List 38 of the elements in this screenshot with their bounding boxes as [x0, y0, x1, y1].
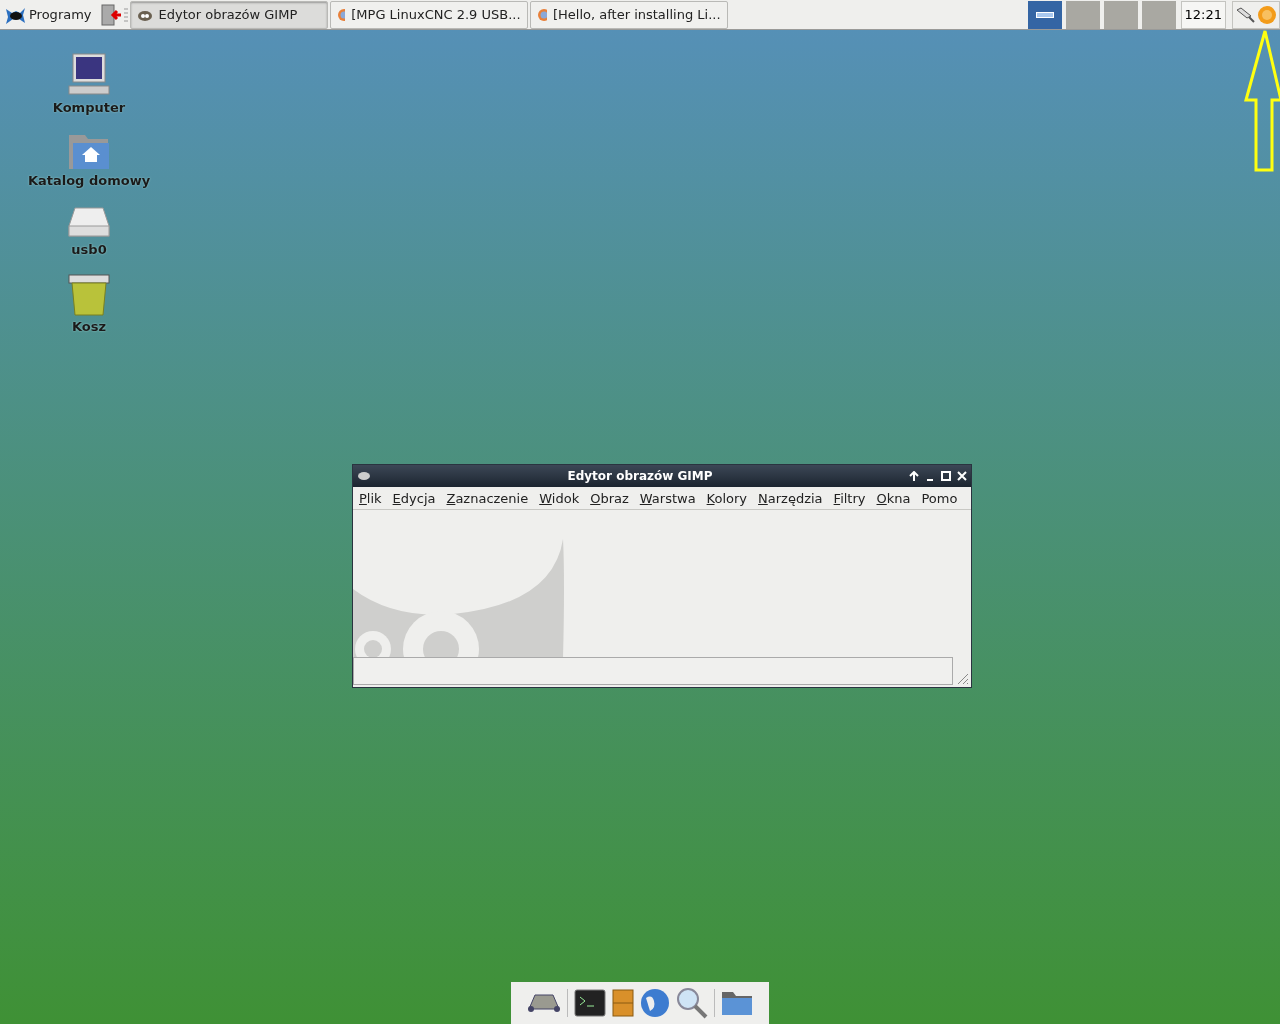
- clock: 12:21: [1180, 0, 1226, 29]
- menu-item[interactable]: Okna: [870, 490, 916, 506]
- menu-item[interactable]: Edycja: [386, 490, 441, 506]
- drive-icon[interactable]: [527, 993, 561, 1013]
- window-preview-icon: [1035, 11, 1054, 18]
- menu-item[interactable]: Obraz: [584, 490, 634, 506]
- taskbar-task[interactable]: [Hello, after installing Li...: [529, 0, 728, 29]
- menu-item[interactable]: Narzędzia: [752, 490, 828, 506]
- close-icon[interactable]: [957, 471, 967, 481]
- applications-menu-button[interactable]: Programy: [4, 0, 98, 29]
- desktop-icon-label[interactable]: Komputer: [52, 100, 126, 115]
- arrow-up-icon[interactable]: [909, 471, 919, 481]
- menu-item[interactable]: Warstwa: [633, 490, 701, 506]
- terminal-icon[interactable]: [574, 989, 606, 1017]
- logout-icon[interactable]: [99, 3, 122, 26]
- menu-item[interactable]: Kolory: [700, 490, 753, 506]
- taskbar-task[interactable]: [MPG LinuxCNC 2.9 USB...: [329, 0, 528, 29]
- menu-item[interactable]: Filtry: [827, 490, 871, 506]
- search-icon[interactable]: [676, 987, 708, 1019]
- menu-item[interactable]: Pomo: [915, 490, 963, 506]
- workspace-button[interactable]: [1027, 0, 1062, 29]
- menu-item[interactable]: Widok: [533, 490, 585, 506]
- menu-item[interactable]: Zaznaczenie: [440, 490, 534, 506]
- usb-plug-icon[interactable]: [1235, 5, 1255, 24]
- window-title: Edytor obrazów GIMP: [566, 469, 714, 483]
- taskbar-task[interactable]: Edytor obrazów GIMP: [129, 0, 328, 29]
- maximize-icon[interactable]: [941, 471, 951, 481]
- computer-icon: [67, 52, 111, 98]
- desktop-icon-label[interactable]: Kosz: [71, 319, 107, 334]
- drive-icon: [67, 204, 111, 240]
- trash-icon: [67, 273, 111, 317]
- desktop-icon-label[interactable]: Katalog domowy: [27, 173, 151, 188]
- folder-icon[interactable]: [721, 990, 753, 1016]
- resize-grip-icon[interactable]: [955, 671, 969, 685]
- desktop-icon-label[interactable]: usb0: [71, 242, 107, 257]
- gimp-icon: [357, 471, 371, 481]
- handle-icon: [123, 6, 128, 23]
- menu-item[interactable]: Plik: [353, 490, 387, 506]
